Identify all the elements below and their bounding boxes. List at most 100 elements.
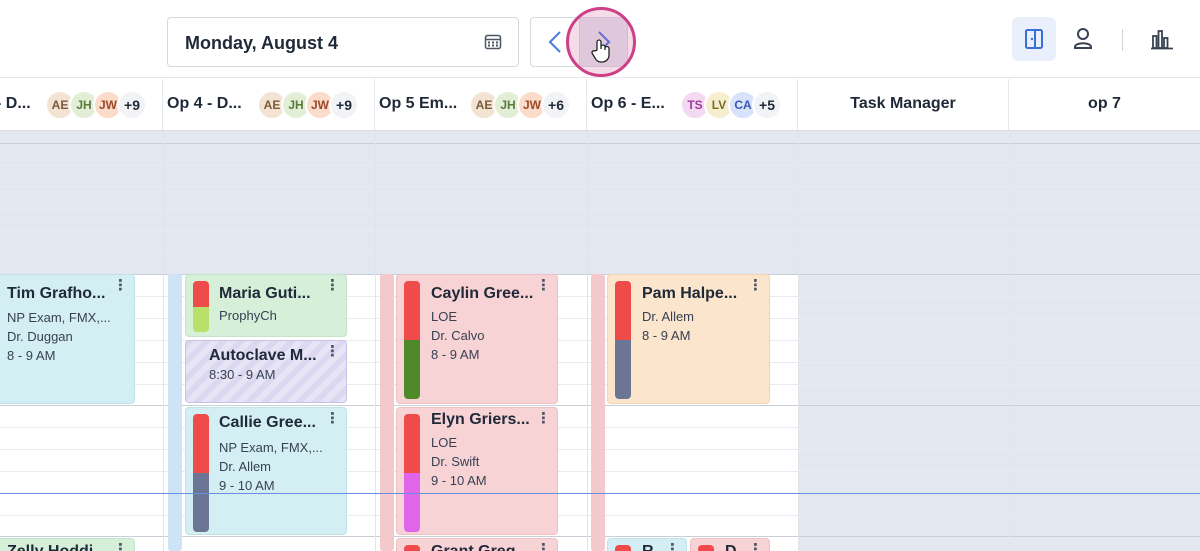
more-options-icon[interactable]: ⋮ (536, 542, 551, 551)
more-providers-badge[interactable]: +9 (117, 90, 147, 120)
status-bar (193, 414, 209, 532)
toolbar-divider (1122, 29, 1123, 51)
time-text: 9 - 10 AM (219, 478, 275, 493)
column-header-op-3[interactable]: - D... AE JH JW +9 (0, 79, 163, 131)
bar-chart-icon (1151, 30, 1173, 50)
grid-line (0, 186, 1200, 187)
procedure-text: LOE (431, 309, 458, 324)
appointment-card[interactable]: D... ⋮ (690, 538, 770, 551)
more-options-icon[interactable]: ⋮ (325, 344, 340, 359)
provider-avatars: AE JH JW +9 (45, 90, 147, 120)
status-segment (193, 473, 209, 532)
appointment-card[interactable]: Elyn Griers... LOE Dr. Swift 9 - 10 AM ⋮ (396, 407, 558, 535)
time-text: 8 - 9 AM (431, 347, 480, 362)
date-picker[interactable]: Monday, August 4 (167, 17, 519, 67)
schedule-grid[interactable]: Tim Grafho... NP Exam, FMX,... Dr. Dugga… (0, 131, 1200, 551)
appointment-card[interactable]: Pam Halpe... Dr. Allem 8 - 9 AM ⋮ (607, 274, 770, 404)
procedure-text: LOE (431, 435, 458, 450)
block-card[interactable]: Autoclave M... 8:30 - 9 AM ⋮ (185, 340, 347, 403)
status-bar (698, 545, 714, 551)
procedure-text: NP Exam, FMX,... (219, 440, 323, 455)
more-options-icon[interactable]: ⋮ (665, 542, 680, 551)
appointment-card[interactable]: Grant Greg... ⋮ (396, 538, 558, 551)
more-options-icon[interactable]: ⋮ (536, 278, 551, 293)
more-providers-badge[interactable]: +5 (752, 90, 782, 120)
chevron-left-icon (548, 31, 561, 53)
scheduler-app: { "toolbar": { "date_label": "Monday, Au… (0, 0, 1200, 551)
more-providers-badge[interactable]: +9 (329, 90, 359, 120)
more-options-icon[interactable]: ⋮ (536, 411, 551, 426)
status-segment (404, 473, 420, 532)
column-title: Op 4 - D... (167, 95, 242, 112)
appointment-card[interactable]: Tim Grafho... NP Exam, FMX,... Dr. Dugga… (0, 274, 135, 404)
status-bar (615, 545, 631, 551)
patient-name: R... (642, 543, 667, 551)
previous-day-button[interactable] (531, 18, 579, 66)
person-icon (1074, 28, 1092, 49)
patient-name: Elyn Griers... (431, 411, 530, 428)
more-options-icon[interactable]: ⋮ (325, 411, 340, 426)
grid-line (0, 252, 1200, 253)
status-segment (193, 414, 209, 473)
date-navigation (530, 17, 628, 67)
patient-name: Pam Halpe... (642, 285, 738, 302)
column-title: op 7 (1088, 95, 1121, 112)
status-segment (404, 281, 420, 340)
more-options-icon[interactable]: ⋮ (748, 542, 763, 551)
column-divider (163, 131, 164, 551)
appointment-card[interactable]: Maria Guti... ProphyCh ⋮ (185, 274, 347, 337)
column-header-op-4[interactable]: Op 4 - D... AE JH JW +9 (163, 79, 375, 131)
date-label: Monday, August 4 (185, 33, 338, 53)
more-options-icon[interactable]: ⋮ (748, 278, 763, 293)
column-header-op-5[interactable]: Op 5 Em... AE JH JW +6 (375, 79, 587, 131)
status-segment (404, 340, 420, 399)
grid-line (0, 209, 1200, 210)
more-options-icon[interactable]: ⋮ (325, 278, 340, 293)
patient-name: Grant Greg... (431, 543, 529, 551)
column-header-op-7[interactable]: op 7 (1009, 79, 1200, 131)
column-divider (587, 131, 588, 551)
column-title: Op 6 - E... (591, 95, 665, 112)
time-text: 8 - 9 AM (7, 348, 56, 363)
appointment-card[interactable]: Zelly Hoddi... ⋮ (0, 538, 135, 551)
time-text: 9 - 10 AM (431, 473, 487, 488)
column-title: Op 5 Em... (379, 95, 458, 112)
door-view-button[interactable] (1012, 17, 1056, 61)
provider-avatars: AE JH JW +9 (257, 90, 359, 120)
provider-avatars: AE JH JW +6 (469, 90, 571, 120)
provider-view-button[interactable] (1061, 17, 1105, 61)
provider-text: Dr. Swift (431, 454, 480, 469)
analytics-button[interactable] (1140, 17, 1184, 61)
procedure-text: NP Exam, FMX,... (7, 310, 111, 325)
unavailable-area (798, 274, 1200, 551)
status-segment (404, 414, 420, 473)
time-text: 8 - 9 AM (642, 328, 691, 343)
provider-avatars: TS LV CA +5 (680, 90, 782, 120)
availability-strip (168, 274, 182, 551)
block-name: Autoclave M... (209, 347, 317, 364)
appointment-card[interactable]: Caylin Gree... LOE Dr. Calvo 8 - 9 AM ⋮ (396, 274, 558, 404)
more-providers-badge[interactable]: +6 (541, 90, 571, 120)
patient-name: Caylin Gree... (431, 285, 534, 302)
top-toolbar: Monday, August 4 (0, 0, 1200, 78)
provider-text: Dr. Duggan (7, 329, 73, 344)
provider-text: Dr. Allem (642, 309, 695, 324)
more-options-icon[interactable]: ⋮ (113, 542, 128, 551)
patient-name: Maria Guti... (219, 285, 311, 302)
more-options-icon[interactable]: ⋮ (113, 278, 128, 293)
appointment-card[interactable]: Callie Gree... NP Exam, FMX,... Dr. Alle… (185, 407, 347, 535)
status-bar (404, 281, 420, 399)
grid-line (0, 165, 1200, 166)
status-segment (615, 281, 631, 340)
status-segment (193, 307, 209, 332)
column-divider (375, 131, 376, 551)
next-day-button[interactable] (579, 18, 627, 66)
appointment-card[interactable]: R... ⋮ (607, 538, 687, 551)
grid-line (0, 143, 1200, 144)
status-bar (404, 414, 420, 532)
column-header-op-6[interactable]: Op 6 - E... TS LV CA +5 (587, 79, 798, 131)
provider-text: Dr. Allem (219, 459, 272, 474)
availability-strip (380, 274, 394, 551)
calendar-icon[interactable] (484, 33, 502, 51)
column-header-task-manager[interactable]: Task Manager (798, 79, 1009, 131)
